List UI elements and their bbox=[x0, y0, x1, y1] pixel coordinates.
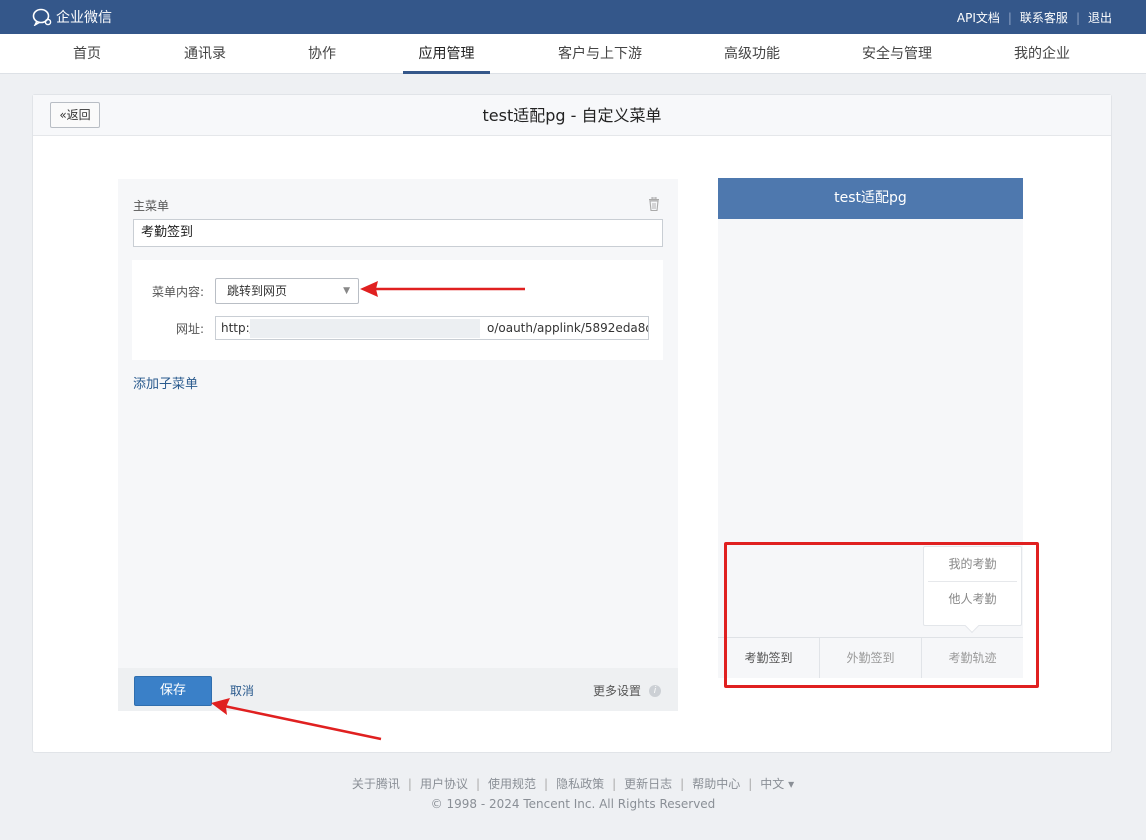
nav-item-home[interactable]: 首页 bbox=[58, 34, 116, 74]
caret-down-icon: ▼ bbox=[343, 286, 350, 296]
redacted-area bbox=[250, 319, 480, 338]
custom-menu-card: test适配pg - 自定义菜单 «返回 主菜单 考勤签到 菜单内容: 跳转到网… bbox=[32, 94, 1112, 753]
page-title: test适配pg - 自定义菜单 bbox=[482, 106, 662, 125]
logout-link[interactable]: 退出 bbox=[1088, 9, 1112, 26]
brand-logo[interactable]: 企业微信 bbox=[32, 8, 112, 26]
top-bar: 企业微信 API文档 | 联系客服 | 退出 bbox=[0, 0, 1146, 34]
footer-link-terms[interactable]: 用户协议 bbox=[420, 777, 468, 791]
preview-tab-checkin[interactable]: 考勤签到 bbox=[718, 638, 820, 678]
menu-preview-phone: test适配pg 我的考勤 他人考勤 考勤签到 外勤签到 考勤轨迹 bbox=[718, 178, 1023, 678]
divider: | bbox=[544, 777, 549, 791]
contact-support-link[interactable]: 联系客服 bbox=[1020, 9, 1068, 26]
double-chevron-left-icon: « bbox=[59, 108, 67, 122]
card-header: test适配pg - 自定义菜单 «返回 bbox=[33, 95, 1111, 136]
more-settings-link[interactable]: 更多设置 i bbox=[593, 682, 662, 699]
footer-link-about[interactable]: 关于腾讯 bbox=[352, 777, 400, 791]
more-settings-label: 更多设置 bbox=[593, 684, 642, 698]
editor-footer: 保存 取消 更多设置 i bbox=[118, 668, 678, 711]
back-button[interactable]: «返回 bbox=[50, 102, 100, 128]
divider: | bbox=[407, 777, 412, 791]
nav-item-collaboration[interactable]: 协作 bbox=[293, 34, 351, 74]
nav-item-my-enterprise[interactable]: 我的企业 bbox=[1002, 34, 1082, 74]
copyright-text: © 1998 - 2024 Tencent Inc. All Rights Re… bbox=[430, 797, 716, 811]
language-select[interactable]: 中文 ▾ bbox=[760, 777, 794, 791]
url-input[interactable]: http:/ o/oauth/applink/5892eda8d bbox=[215, 316, 649, 340]
popup-pointer bbox=[964, 618, 980, 634]
nav-item-security[interactable]: 安全与管理 bbox=[850, 34, 944, 74]
top-links: API文档 | 联系客服 | 退出 bbox=[957, 9, 1112, 26]
wecom-logo-icon bbox=[32, 8, 52, 26]
trash-icon[interactable] bbox=[648, 196, 660, 215]
preview-menu-bar: 考勤签到 外勤签到 考勤轨迹 bbox=[718, 637, 1023, 678]
nav-item-app-management[interactable]: 应用管理 bbox=[403, 34, 490, 74]
footer-link-privacy[interactable]: 隐私政策 bbox=[556, 777, 604, 791]
divider: | bbox=[475, 777, 481, 791]
add-submenu-link[interactable]: 添加子菜单 bbox=[133, 373, 198, 392]
menu-content-box: 菜单内容: 跳转到网页 ▼ 网址: http:/ o/oauth/applink… bbox=[132, 260, 663, 360]
menu-content-select[interactable]: 跳转到网页 ▼ bbox=[215, 278, 359, 304]
submenu-item-my-attendance[interactable]: 我的考勤 bbox=[928, 547, 1017, 582]
footer-links: 关于腾讯 | 用户协议 | 使用规范 | 隐私政策 | 更新日志 | 帮助中心 | 中文 ▾ bbox=[0, 775, 1146, 792]
back-label: 返回 bbox=[66, 108, 91, 122]
footer-link-help[interactable]: 帮助中心 bbox=[692, 777, 740, 791]
nav-item-contacts[interactable]: 通讯录 bbox=[170, 34, 240, 74]
url-prefix: http:/ bbox=[221, 321, 254, 335]
preview-title: test适配pg bbox=[718, 178, 1023, 219]
brand-name: 企业微信 bbox=[56, 10, 112, 26]
divider: | bbox=[748, 777, 753, 791]
divider: | bbox=[680, 777, 685, 791]
divider: | bbox=[612, 777, 617, 791]
api-docs-link[interactable]: API文档 bbox=[957, 9, 1000, 26]
preview-tab-field-checkin[interactable]: 外勤签到 bbox=[820, 638, 922, 678]
divider: | bbox=[1007, 10, 1012, 25]
menu-editor: 主菜单 考勤签到 菜单内容: 跳转到网页 ▼ 网址: http:/ o/oaut… bbox=[118, 179, 678, 711]
footer-link-usage[interactable]: 使用规范 bbox=[488, 777, 536, 791]
cancel-button[interactable]: 取消 bbox=[230, 682, 254, 699]
submenu-item-others-attendance[interactable]: 他人考勤 bbox=[924, 582, 1021, 617]
divider: | bbox=[1075, 10, 1080, 25]
save-button[interactable]: 保存 bbox=[134, 676, 212, 706]
nav-item-customers[interactable]: 客户与上下游 bbox=[545, 34, 655, 74]
main-nav: 首页 通讯录 协作 应用管理 客户与上下游 高级功能 安全与管理 我的企业 bbox=[0, 34, 1146, 74]
footer-link-changelog[interactable]: 更新日志 bbox=[624, 777, 672, 791]
nav-item-advanced[interactable]: 高级功能 bbox=[710, 34, 794, 74]
url-suffix: o/oauth/applink/5892eda8d bbox=[487, 321, 649, 335]
info-icon: i bbox=[649, 684, 662, 697]
url-label: 网址: bbox=[175, 322, 204, 336]
submenu-popup: 我的考勤 他人考勤 bbox=[923, 546, 1022, 634]
menu-content-label: 菜单内容: bbox=[151, 285, 204, 299]
main-menu-label: 主菜单 bbox=[133, 199, 170, 213]
preview-tab-attendance-track[interactable]: 考勤轨迹 bbox=[922, 638, 1023, 678]
main-menu-name-input[interactable]: 考勤签到 bbox=[133, 219, 663, 247]
menu-content-selected: 跳转到网页 bbox=[227, 284, 288, 298]
